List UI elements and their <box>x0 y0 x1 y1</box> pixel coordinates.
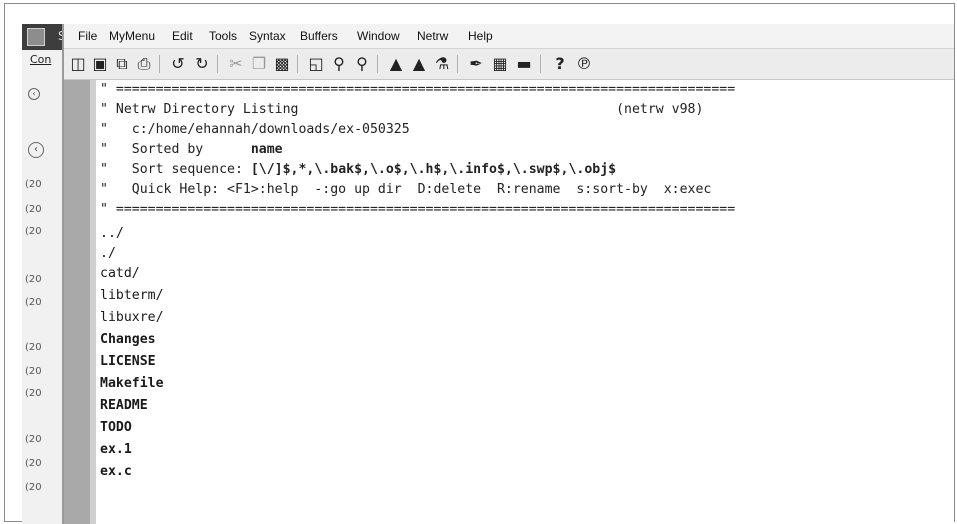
toolbar: ◫ ▣ ⧉ ⎙ ↺ ↻ ✂ ❐ ▩ ◱ ⚲ ⚲ ▲ ▲ ⚗ ✒ ▦ ▬ ? ℗ <box>64 49 954 80</box>
menu-bar: File MyMenu Edit Tools Syntax Buffers Wi… <box>64 24 954 49</box>
menu-file[interactable]: File <box>78 29 97 43</box>
background-window: S Con ‹ ‹ (20 (20 (20 (20 (20 (20 (20 (2… <box>22 24 67 524</box>
menu-syntax[interactable]: Syntax <box>249 29 286 43</box>
toolbar-separator <box>377 55 378 73</box>
listing-path: " c:/home/ehannah/downloads/ex-050325 <box>100 122 410 137</box>
run-script-icon[interactable]: ⚗ <box>432 54 452 74</box>
year-label: (20 <box>25 204 42 215</box>
toolbar-separator <box>540 55 541 73</box>
toolbar-separator <box>217 55 218 73</box>
list-item[interactable]: ../ <box>100 224 124 244</box>
fold-column <box>90 80 96 524</box>
sorted-by-line: " Sorted by name <box>100 140 283 160</box>
sort-sequence-value: [\/]$,*,\.bak$,\.o$,\.h$,\.info$,\.swp$,… <box>250 162 617 177</box>
list-item[interactable]: libuxre/ <box>100 308 164 328</box>
toolbar-separator <box>297 55 298 73</box>
load-session-icon[interactable]: ▲ <box>386 54 406 74</box>
menu-mymenu[interactable]: MyMenu <box>109 29 155 43</box>
year-label: (20 <box>25 274 42 285</box>
background-window-titlebar: S <box>22 24 66 50</box>
sort-sequence-line: " Sort sequence: [\/]$,*,\.bak$,\.o$,\.h… <box>100 160 616 180</box>
list-item[interactable]: ex.1 <box>100 440 132 460</box>
app-icon <box>27 28 45 46</box>
toolbar-separator <box>159 55 160 73</box>
menu-tools[interactable]: Tools <box>209 29 237 43</box>
sorted-by-label: " Sorted by <box>100 142 251 157</box>
year-label: (20 <box>25 388 42 399</box>
menu-buffers[interactable]: Buffers <box>300 29 338 43</box>
left-gutter <box>64 80 90 524</box>
header-separator-bottom: " ======================================… <box>100 202 736 217</box>
cut-icon[interactable]: ✂ <box>226 54 246 74</box>
list-item[interactable]: TODO <box>100 418 132 438</box>
menu-help[interactable]: Help <box>468 29 493 43</box>
replace-icon[interactable]: ◱ <box>306 54 326 74</box>
background-menu-item[interactable]: Con <box>30 53 51 66</box>
header-separator: " ======================================… <box>100 82 736 97</box>
year-label: (20 <box>25 226 42 237</box>
paste-icon[interactable]: ▩ <box>272 54 292 74</box>
save-all-icon[interactable]: ⧉ <box>112 54 132 74</box>
year-label: (20 <box>25 458 42 469</box>
menu-netrw[interactable]: Netrw <box>417 29 448 43</box>
list-item[interactable]: libterm/ <box>100 286 164 306</box>
listing-title: " Netrw Directory Listing (netrw v98) <box>100 102 704 117</box>
copy-icon[interactable]: ❐ <box>249 54 269 74</box>
editor-buffer[interactable]: " ======================================… <box>64 80 954 524</box>
sort-sequence-label: " Sort sequence: <box>100 162 251 177</box>
find-next-icon[interactable]: ⚲ <box>329 54 349 74</box>
tags-icon[interactable]: ▬ <box>514 54 534 74</box>
year-label: (20 <box>25 342 42 353</box>
list-item[interactable]: Changes <box>100 330 156 350</box>
toolbar-separator <box>457 55 458 73</box>
year-label: (20 <box>25 179 42 190</box>
year-label: (20 <box>25 434 42 445</box>
menu-edit[interactable]: Edit <box>172 29 193 43</box>
year-label: (20 <box>25 482 42 493</box>
vim-window: File MyMenu Edit Tools Syntax Buffers Wi… <box>62 24 954 524</box>
year-label: (20 <box>25 366 42 377</box>
list-item[interactable]: ex.c <box>100 462 132 482</box>
open-icon[interactable]: ◫ <box>68 54 88 74</box>
back-circle-icon[interactable]: ‹ <box>28 88 40 100</box>
make-icon[interactable]: ✒ <box>466 54 486 74</box>
quick-help-line: " Quick Help: <F1>:help -:go up dir D:de… <box>100 182 712 197</box>
year-label: (20 <box>25 297 42 308</box>
list-item[interactable]: catd/ <box>100 264 140 284</box>
list-item[interactable]: Makefile <box>100 374 164 394</box>
find-help-icon[interactable]: ℗ <box>574 54 594 74</box>
list-item[interactable]: ./ <box>100 244 116 264</box>
find-prev-icon[interactable]: ⚲ <box>352 54 372 74</box>
list-item[interactable]: README <box>100 396 148 416</box>
menu-window[interactable]: Window <box>357 29 400 43</box>
print-icon[interactable]: ⎙ <box>134 54 154 74</box>
sorted-by-value: name <box>250 142 283 157</box>
save-session-icon[interactable]: ▲ <box>409 54 429 74</box>
help-icon[interactable]: ? <box>550 54 570 74</box>
save-icon[interactable]: ▣ <box>90 54 110 74</box>
undo-icon[interactable]: ↺ <box>168 54 188 74</box>
redo-icon[interactable]: ↻ <box>192 54 212 74</box>
back-circle-icon-large[interactable]: ‹ <box>28 142 44 158</box>
list-item[interactable]: LICENSE <box>100 352 156 372</box>
shell-icon[interactable]: ▦ <box>490 54 510 74</box>
